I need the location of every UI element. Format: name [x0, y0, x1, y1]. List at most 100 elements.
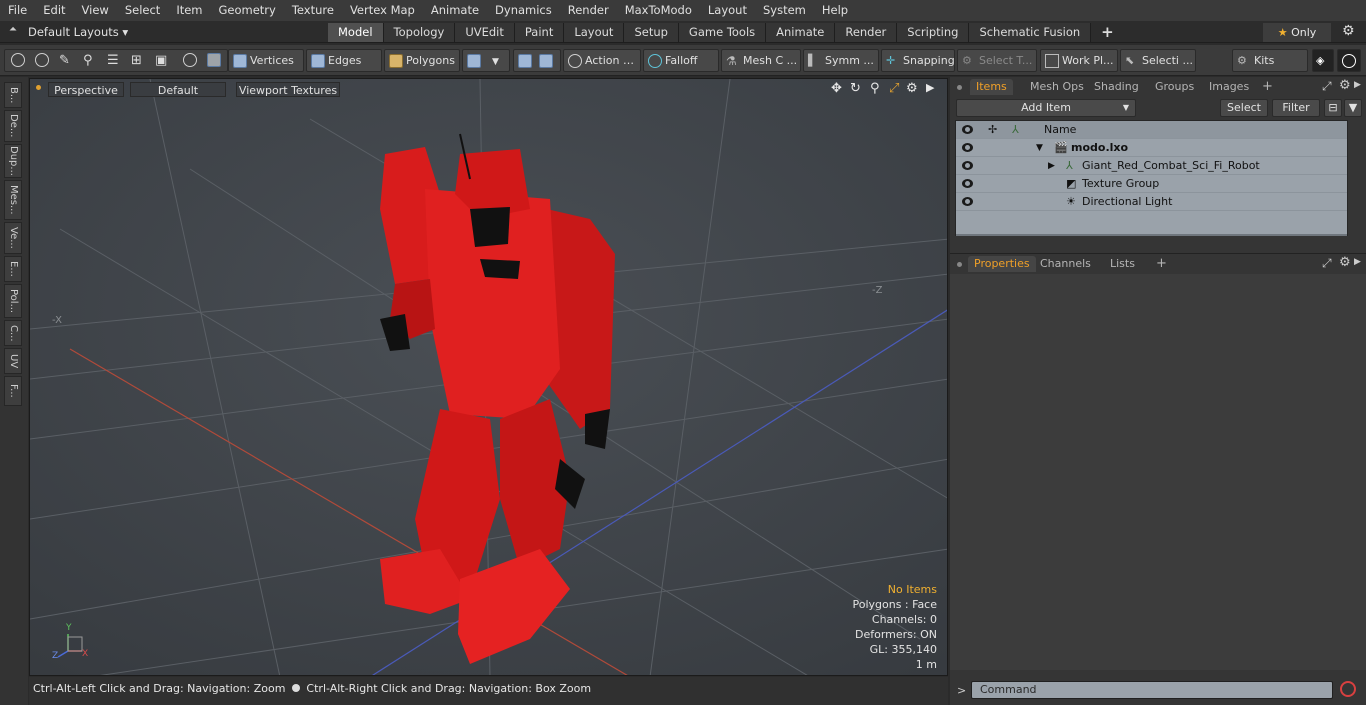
menu-select[interactable]: Select	[117, 0, 168, 21]
collapse-arrow-icon[interactable]: ▼	[1036, 139, 1043, 157]
frame-icon[interactable]: ▣	[155, 50, 167, 71]
tab-items[interactable]: Items	[970, 79, 1013, 95]
menu-view[interactable]: View	[74, 0, 117, 21]
record-icon[interactable]	[1340, 681, 1356, 697]
vtab-uv[interactable]: UV	[4, 348, 22, 374]
menu-system[interactable]: System	[755, 0, 814, 21]
tab-model[interactable]: Model	[328, 23, 384, 42]
collapse-icon[interactable]: ⊟	[1324, 99, 1342, 117]
vertices-button[interactable]: Vertices	[228, 49, 304, 72]
select-button[interactable]: Select	[1220, 99, 1268, 117]
tab-shading[interactable]: Shading	[1088, 79, 1145, 95]
menu-file[interactable]: File	[0, 0, 35, 21]
menu-render[interactable]: Render	[560, 0, 617, 21]
tab-paint[interactable]: Paint	[514, 23, 565, 42]
select-through-button[interactable]: ⚙ Select T...	[957, 49, 1037, 72]
circle-select-icon[interactable]	[11, 53, 25, 67]
work-plane-button[interactable]: Work Pl...	[1040, 49, 1118, 72]
vtab-curve[interactable]: C...	[4, 320, 22, 346]
tab-channels[interactable]: Channels	[1034, 256, 1097, 272]
viewport-textures-dropdown[interactable]: Viewport Textures	[236, 82, 340, 97]
tab-uvedit[interactable]: UVEdit	[455, 23, 515, 42]
properties-maximize-icon[interactable]: ⤢	[1322, 256, 1332, 271]
menu-edit[interactable]: Edit	[35, 0, 73, 21]
vtab-fusion[interactable]: F...	[4, 376, 22, 406]
globe-icon[interactable]	[35, 53, 49, 67]
tab-scripting[interactable]: Scripting	[897, 23, 970, 42]
vtab-duplicate[interactable]: Dup...	[4, 144, 22, 178]
menu-layout[interactable]: Layout	[700, 0, 755, 21]
vtab-edge[interactable]: E...	[4, 256, 22, 282]
menu-vertex-map[interactable]: Vertex Map	[342, 0, 423, 21]
eye-icon[interactable]	[962, 161, 973, 170]
edges-button[interactable]: Edges	[306, 49, 382, 72]
viewport-gear-icon[interactable]: ⚙	[906, 81, 918, 96]
layout-switch-icon[interactable]: ⏶	[9, 25, 19, 35]
shading-dropdown[interactable]: Default	[130, 82, 226, 97]
list-item[interactable]: ☀ Directional Light	[956, 193, 1347, 211]
vtab-basic[interactable]: B...	[4, 82, 22, 108]
vtab-vertex[interactable]: Ve...	[4, 222, 22, 254]
tab-images[interactable]: Images	[1203, 79, 1255, 95]
command-input[interactable]: Command	[971, 681, 1333, 699]
timer-icon[interactable]	[183, 53, 197, 67]
tab-animate[interactable]: Animate	[766, 23, 836, 42]
list-scrollbar[interactable]	[956, 234, 1347, 236]
unreal-button[interactable]	[1337, 49, 1361, 72]
menu-animate[interactable]: Animate	[423, 0, 487, 21]
pen-icon[interactable]: ✎	[59, 50, 70, 71]
selection-sets-button[interactable]: ⬉ Selecti ...	[1120, 49, 1196, 72]
mesh-constraint-button[interactable]: ⚗ Mesh C ...	[721, 49, 801, 72]
materials-dropdown[interactable]: ▼	[462, 49, 510, 72]
view-type-dropdown[interactable]: Perspective	[48, 82, 124, 97]
vtab-mesh-edit[interactable]: Mes...	[4, 180, 22, 220]
list-item[interactable]: ◩ Texture Group	[956, 175, 1347, 193]
align-icon[interactable]: ☰	[107, 50, 119, 71]
menu-geometry[interactable]: Geometry	[211, 0, 284, 21]
tab-topology[interactable]: Topology	[383, 23, 456, 42]
falloff-button[interactable]: Falloff	[643, 49, 719, 72]
viewport-menu-dot[interactable]	[36, 85, 41, 90]
brush-icon[interactable]: ⚲	[83, 50, 93, 71]
tab-properties[interactable]: Properties	[968, 256, 1036, 272]
add-panel-tab-button[interactable]: +	[1256, 79, 1279, 95]
tab-game-tools[interactable]: Game Tools	[678, 23, 767, 42]
filter-button[interactable]: Filter	[1272, 99, 1320, 117]
snapping-button[interactable]: ✛ Snapping	[881, 49, 955, 72]
tab-schematic-fusion[interactable]: Schematic Fusion	[969, 23, 1092, 42]
tab-mesh-ops[interactable]: Mesh Ops	[1024, 79, 1090, 95]
menu-dynamics[interactable]: Dynamics	[487, 0, 560, 21]
vtab-polygon[interactable]: Pol...	[4, 284, 22, 318]
panel-expand-icon[interactable]: ▶	[1354, 80, 1361, 90]
action-button[interactable]: Action …	[563, 49, 641, 72]
properties-expand-icon[interactable]: ▶	[1354, 257, 1361, 267]
maximize-view-icon[interactable]: ⤢	[889, 81, 899, 96]
eye-icon[interactable]	[962, 197, 973, 206]
layouts-dropdown[interactable]: Default Layouts ▾	[28, 24, 128, 40]
center-icon[interactable]: ⊞	[131, 50, 142, 71]
viewport-expand-icon[interactable]: ▶	[926, 81, 934, 94]
item-type-icon[interactable]: ⅄	[1012, 121, 1019, 139]
zoom-view-icon[interactable]: ⚲	[870, 81, 880, 96]
tab-layout[interactable]: Layout	[564, 23, 625, 42]
menu-texture[interactable]: Texture	[284, 0, 342, 21]
lock-icon[interactable]: ✢	[988, 121, 997, 139]
only-toggle[interactable]: ★ Only	[1263, 23, 1331, 42]
tab-render[interactable]: Render	[835, 23, 898, 42]
gear-icon[interactable]: ⚙	[1342, 23, 1355, 39]
rotate-view-icon[interactable]: ↻	[850, 81, 861, 96]
expand-arrow-icon[interactable]: ▶	[1048, 157, 1055, 175]
3d-viewport[interactable]: Perspective Default Viewport Textures ✥ …	[29, 78, 948, 676]
eye-icon[interactable]	[962, 143, 973, 152]
list-item[interactable]: ▶ ⅄ Giant_Red_Combat_Sci_Fi_Robot	[956, 157, 1347, 175]
properties-gear-icon[interactable]: ⚙	[1339, 255, 1351, 270]
tab-groups[interactable]: Groups	[1149, 79, 1200, 95]
menu-help[interactable]: Help	[814, 0, 856, 21]
items-panel-menu-dot[interactable]	[957, 85, 962, 90]
menu-maxtomodo[interactable]: MaxToModo	[617, 0, 700, 21]
symmetry-button[interactable]: ▌ Symm ...	[803, 49, 879, 72]
kits-button[interactable]: ⚙ Kits	[1232, 49, 1308, 72]
add-properties-tab-button[interactable]: +	[1150, 256, 1173, 272]
vtab-deform[interactable]: De...	[4, 110, 22, 142]
tab-setup[interactable]: Setup	[624, 23, 679, 42]
